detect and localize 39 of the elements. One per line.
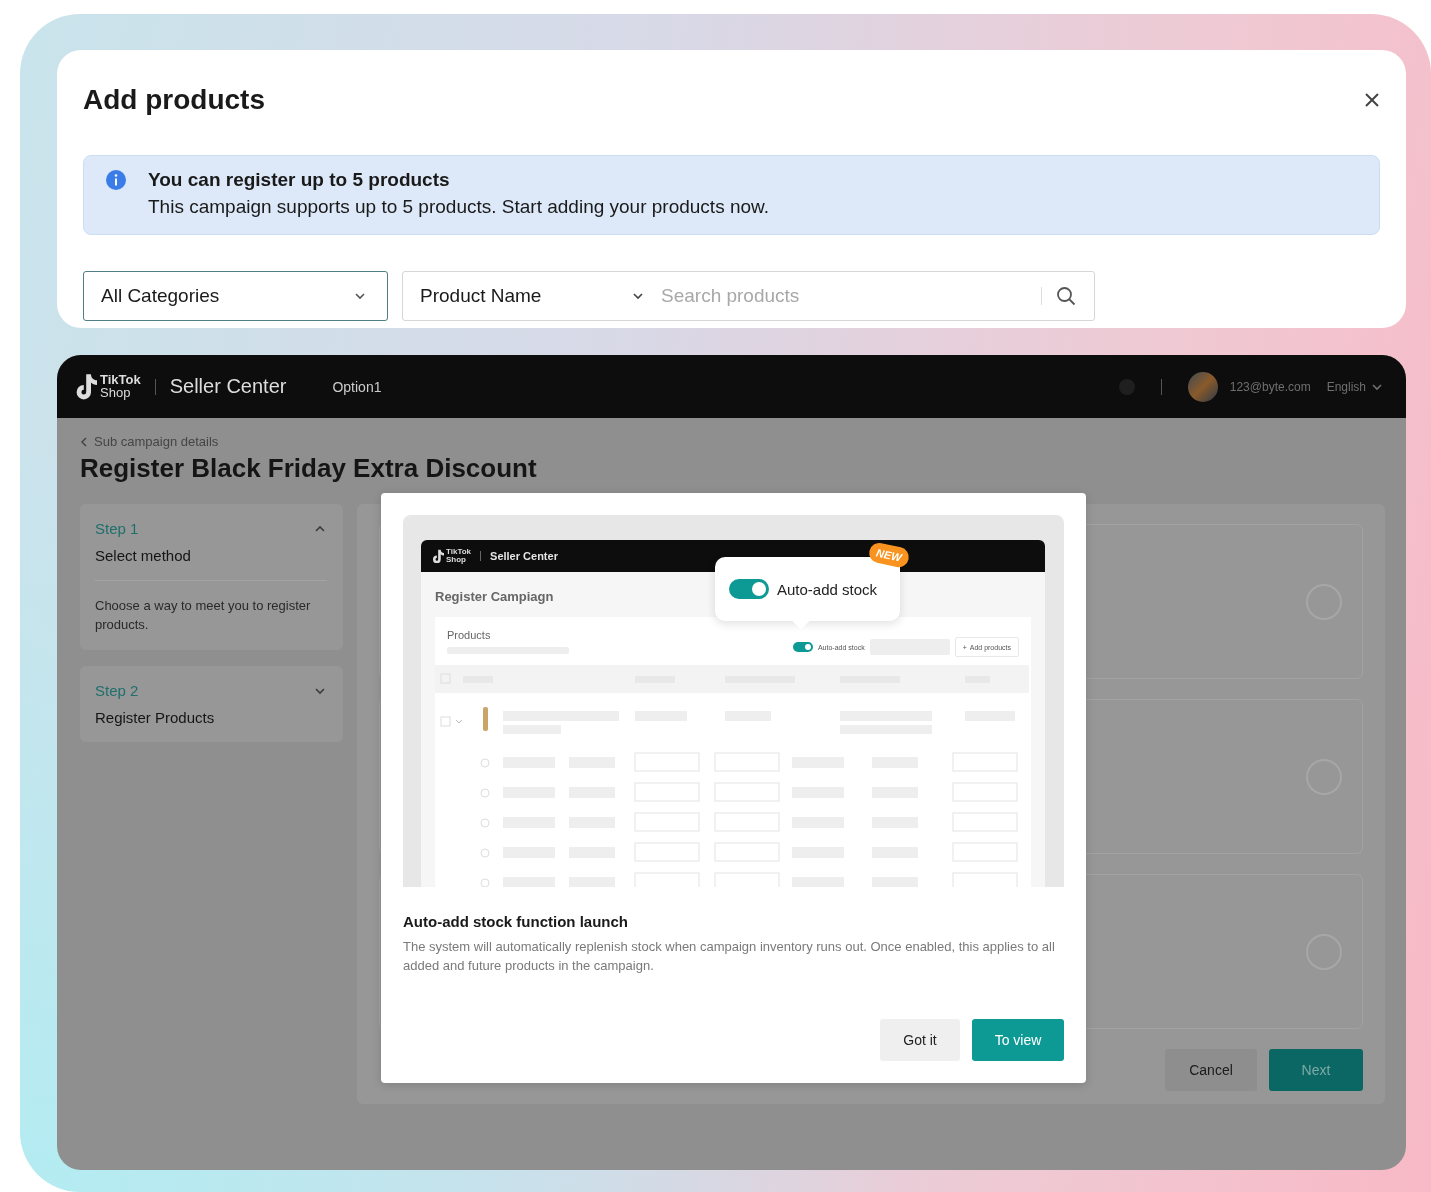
cancel-button[interactable]: Cancel bbox=[1165, 1049, 1257, 1091]
search-icon[interactable] bbox=[1056, 286, 1076, 306]
step-label: Step 2 bbox=[95, 682, 139, 699]
modal-description: The system will automatically replenish stock when campaign inventory runs out. Once enabled, this applies to all added and future products in the campaign. bbox=[403, 938, 1056, 975]
modal-title: Auto-add stock function launch bbox=[403, 913, 629, 930]
back-chevron-icon[interactable] bbox=[80, 436, 88, 447]
step-title: Select method bbox=[95, 547, 192, 564]
account-email: 123@byte.com bbox=[1229, 379, 1311, 394]
step-label: Step 1 bbox=[95, 520, 139, 537]
logo-text: Shop bbox=[446, 556, 467, 564]
step-title: Register Products bbox=[95, 709, 216, 726]
close-icon[interactable] bbox=[1364, 92, 1380, 108]
dismiss-button[interactable]: Got it bbox=[880, 1019, 960, 1061]
section-title: Products bbox=[447, 629, 492, 641]
search-by-select[interactable]: Product Name bbox=[420, 285, 645, 307]
notice-text: This campaign supports up to 5 products. Start adding your products now. bbox=[148, 195, 770, 219]
dialog-title: Add products bbox=[83, 84, 265, 116]
category-select[interactable]: All Categories bbox=[83, 271, 388, 321]
step-card[interactable]: Step 1 Select method Choose a way to meet you to register products. bbox=[80, 504, 343, 650]
toggle-switch[interactable] bbox=[792, 642, 813, 652]
notice-title: You can register up to 5 products bbox=[148, 168, 451, 192]
language-select[interactable]: English bbox=[1326, 379, 1384, 394]
logo-text: TikTok bbox=[446, 548, 472, 556]
logo-text: TikTok bbox=[100, 373, 141, 387]
view-button[interactable]: To view bbox=[972, 1019, 1064, 1061]
page-title: Register Black Friday Extra Discount bbox=[80, 453, 538, 484]
app-title: Seller Center bbox=[490, 550, 558, 562]
info-icon bbox=[106, 170, 126, 190]
page-title: Register Campiagn bbox=[435, 589, 554, 604]
toggle-switch[interactable] bbox=[729, 579, 769, 599]
app-title: Seller Center bbox=[169, 375, 287, 398]
nav-link[interactable]: Option1 bbox=[332, 378, 382, 395]
step-description: Choose a way to meet you to register products. bbox=[95, 580, 327, 634]
avatar-icon[interactable] bbox=[1187, 371, 1218, 402]
toggle-label: Auto-add stock bbox=[777, 580, 878, 598]
logo-text: Shop bbox=[100, 386, 132, 400]
search-field[interactable]: Product Name Search products bbox=[402, 271, 1095, 321]
step-card[interactable]: Step 2 Register Products bbox=[80, 666, 343, 742]
music-note-icon bbox=[431, 548, 444, 564]
